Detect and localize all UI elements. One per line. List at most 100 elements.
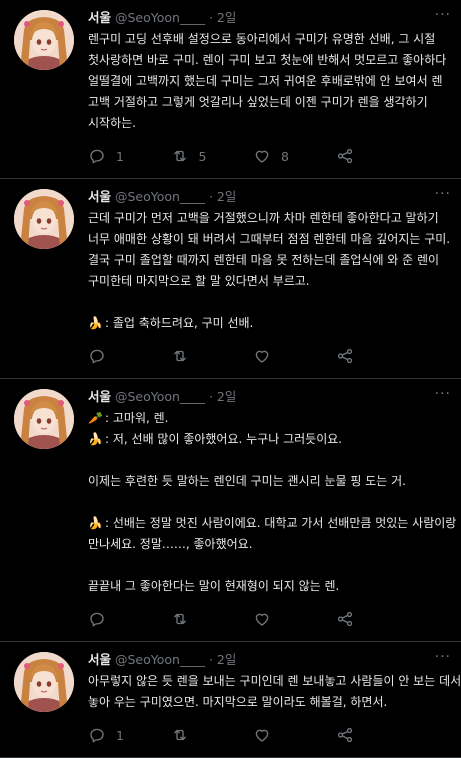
avatar[interactable]	[14, 10, 74, 70]
share-icon	[337, 348, 352, 364]
tweet-actions	[88, 597, 418, 641]
tweet-timestamp[interactable]: 2일	[217, 652, 236, 667]
tweet-timestamp[interactable]: 2일	[217, 389, 236, 404]
share-icon	[337, 148, 352, 164]
tweet-line-text: 놓아 우는 구미였으면. 마지막으로 말이라도 해볼걸, 하면서.	[88, 695, 388, 709]
tweet-line-text: 아무렇지 않은 듯 렌을 보내는 구미인데 렌 보내놓고 사람들이 안 보는 데…	[88, 674, 461, 688]
tweet-line: 만나세요. 정말……, 좋아했어요.	[88, 534, 441, 555]
tweet-header: 서울 @SeoYoon____ · 2일	[88, 189, 449, 205]
tweet[interactable]: ··· 서울 @SeoYoon____ · 2일 렌구미 고딩 선후배 설정으로…	[0, 0, 461, 179]
tweet-line: 아무렇지 않은 듯 렌을 보내는 구미인데 렌 보내놓고 사람들이 안 보는 데…	[88, 671, 461, 692]
reply-icon	[90, 612, 104, 627]
heart-icon	[255, 613, 269, 626]
tweet-timestamp[interactable]: 2일	[217, 189, 236, 204]
tweet-line-text: 고백 거절하고 그렇게 엇갈리나 싶었는데 이젠 구미가 렌을 생각하기	[88, 95, 428, 109]
tweet-line: 놓아 우는 구미였으면. 마지막으로 말이라도 해볼걸, 하면서.	[88, 692, 441, 713]
tweet-header: 서울 @SeoYoon____ · 2일	[88, 389, 449, 405]
separator-dot: ·	[208, 652, 213, 667]
retweet-icon	[173, 150, 186, 162]
avatar[interactable]	[14, 189, 74, 249]
tweet-line-text: 너무 애매한 상황이 돼 버려서 그때부터 점점 렌한테 마음 깊어지는 구미.	[88, 232, 451, 246]
share-button[interactable]	[336, 347, 419, 365]
avatar[interactable]	[14, 652, 74, 712]
retweet-icon	[173, 729, 186, 741]
banana-emoji: 🍌	[88, 432, 103, 446]
tweet-line: 너무 애매한 상황이 돼 버려서 그때부터 점점 렌한테 마음 깊어지는 구미.	[88, 229, 450, 250]
carrot-emoji: 🥕	[88, 411, 103, 425]
user-handle[interactable]: @SeoYoon____	[115, 10, 205, 25]
separator-dot: ·	[208, 389, 213, 404]
like-button[interactable]	[253, 726, 336, 744]
retweet-button[interactable]	[171, 726, 254, 744]
tweet-line-text: : 고마워, 렌.	[105, 411, 169, 425]
display-name[interactable]: 서울	[88, 389, 111, 404]
reply-button[interactable]	[88, 347, 171, 365]
tweet-line: 시작하는.	[88, 113, 441, 134]
retweet-button[interactable]: 5	[171, 147, 254, 165]
reply-icon	[90, 149, 104, 164]
share-button[interactable]	[336, 147, 419, 165]
more-options-icon[interactable]: ···	[435, 650, 451, 664]
tweet-line-text: 끝끝내 그 좋아한다는 말이 현재형이 되지 않는 렌.	[88, 579, 340, 593]
tweet[interactable]: ··· 서울 @SeoYoon____ · 2일 아무렇지 않은 듯 렌을 보내…	[0, 642, 461, 758]
avatar-image	[14, 652, 74, 712]
tweet-line: 고백 거절하고 그렇게 엇갈리나 싶었는데 이젠 구미가 렌을 생각하기	[88, 92, 441, 113]
avatar[interactable]	[14, 389, 74, 449]
like-button[interactable]	[253, 347, 336, 365]
tweet-actions	[88, 334, 418, 378]
tweet-line: 얼떨결에 고백까지 했는데 구미는 그저 귀여운 후배로밖에 안 보여서 렌	[88, 71, 443, 92]
separator-dot: ·	[208, 189, 213, 204]
heart-icon	[255, 729, 269, 742]
separator-dot: ·	[208, 10, 213, 25]
tweet-line-text: 얼떨결에 고백까지 했는데 구미는 그저 귀여운 후배로밖에 안 보여서 렌	[88, 74, 443, 88]
more-options-icon[interactable]: ···	[435, 187, 451, 201]
tweet-text: 아무렇지 않은 듯 렌을 보내는 구미인데 렌 보내놓고 사람들이 안 보는 데…	[88, 671, 461, 713]
display-name[interactable]: 서울	[88, 10, 111, 25]
retweet-button[interactable]	[171, 610, 254, 628]
tweet-line-text: 결국 구미 졸업할 때까지 렌한테 마음 못 전하는데 졸업식에 와 준 렌이	[88, 253, 440, 267]
tweet-line-text: 첫사랑하면 바로 구미. 렌이 구미 보고 첫눈에 반해서 멋모르고 좋아하다	[88, 53, 447, 67]
more-options-icon[interactable]: ···	[435, 387, 451, 401]
tweet-line-text: 구미한테 마지막으로 할 말 있다면서 부르고.	[88, 274, 310, 288]
like-button[interactable]: 8	[253, 147, 336, 165]
reply-button[interactable]: 1	[88, 147, 171, 165]
share-button[interactable]	[336, 726, 419, 744]
tweet[interactable]: ··· 서울 @SeoYoon____ · 2일 근데 구미가 먼저 고백을 거…	[0, 179, 461, 379]
tweet-line-text: 렌구미 고딩 선후배 설정으로 동아리에서 구미가 유명한 선배, 그 시절	[88, 32, 436, 46]
retweet-button[interactable]	[171, 347, 254, 365]
display-name[interactable]: 서울	[88, 189, 111, 204]
tweet-line: 🍌: 선배는 정말 멋진 사람이에요. 대학교 가서 선배만큼 멋있는 사람이랑	[88, 513, 456, 534]
tweet-line: 근데 구미가 먼저 고백을 거절했으니까 차마 렌한테 좋아한다고 말하기	[88, 208, 441, 229]
user-handle[interactable]: @SeoYoon____	[115, 389, 205, 404]
reply-count: 1	[116, 727, 124, 743]
more-options-icon[interactable]: ···	[435, 8, 451, 22]
user-handle[interactable]: @SeoYoon____	[115, 189, 205, 204]
tweet-line-text: : 저, 선배 많이 좋아했어요. 누구나 그러듯이요.	[105, 432, 343, 446]
banana-emoji: 🍌	[88, 316, 103, 330]
avatar-image	[14, 10, 74, 70]
tweet-line: 렌구미 고딩 선후배 설정으로 동아리에서 구미가 유명한 선배, 그 시절	[88, 29, 441, 50]
tweet-timestamp[interactable]: 2일	[217, 10, 236, 25]
tweet-line: 첫사랑하면 바로 구미. 렌이 구미 보고 첫눈에 반해서 멋모르고 좋아하다	[88, 50, 446, 71]
tweet-line-text: : 졸업 축하드려요, 구미 선배.	[105, 316, 254, 330]
share-button[interactable]	[336, 610, 419, 628]
reply-button[interactable]: 1	[88, 726, 171, 744]
tweet-feed: ··· 서울 @SeoYoon____ · 2일 렌구미 고딩 선후배 설정으로…	[0, 0, 461, 758]
user-handle[interactable]: @SeoYoon____	[115, 652, 205, 667]
tweet-line-text: 근데 구미가 먼저 고백을 거절했으니까 차마 렌한테 좋아한다고 말하기	[88, 211, 439, 225]
retweet-icon	[173, 613, 186, 625]
tweet-line-text: 만나세요. 정말……, 좋아했어요.	[88, 537, 253, 551]
display-name[interactable]: 서울	[88, 652, 111, 667]
tweet-text: 렌구미 고딩 선후배 설정으로 동아리에서 구미가 유명한 선배, 그 시절첫사…	[88, 29, 449, 134]
avatar-image	[14, 189, 74, 249]
heart-icon	[255, 150, 269, 163]
like-button[interactable]	[253, 610, 336, 628]
avatar-image	[14, 389, 74, 449]
tweet-header: 서울 @SeoYoon____ · 2일	[88, 10, 449, 26]
tweet-line: 끝끝내 그 좋아한다는 말이 현재형이 되지 않는 렌.	[88, 576, 441, 597]
tweet-actions: 1	[88, 713, 418, 757]
reply-button[interactable]	[88, 610, 171, 628]
tweet[interactable]: ··· 서울 @SeoYoon____ · 2일 🥕: 고마워, 렌. 🍌: 저,…	[0, 379, 461, 642]
